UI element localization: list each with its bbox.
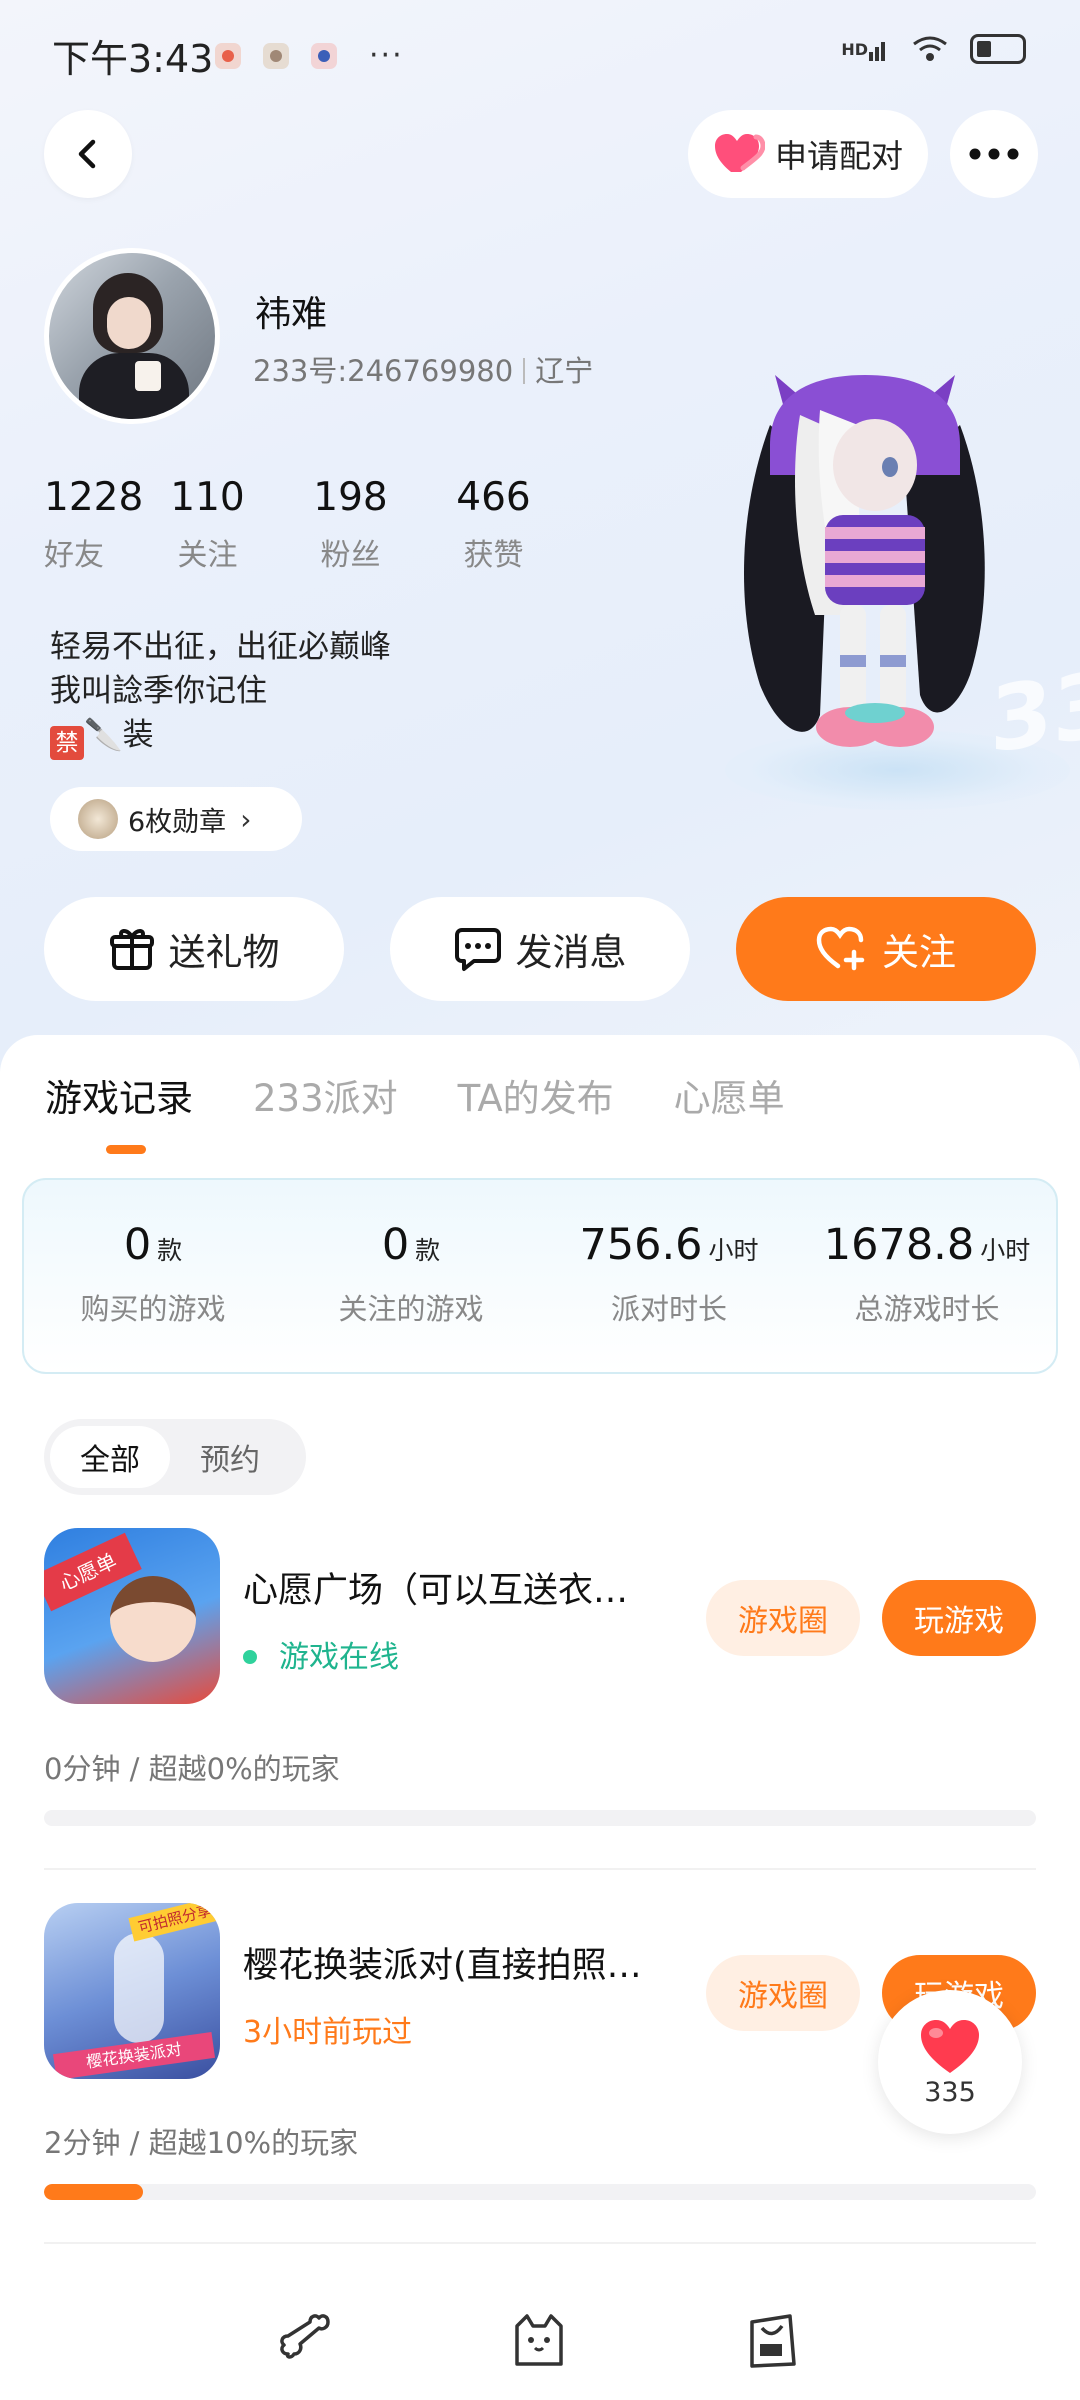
divider [44, 2242, 1036, 2244]
playtime-progress-bar [44, 2184, 1036, 2200]
chat-bubble-icon [454, 928, 501, 971]
game-title[interactable]: 樱花换装派对(直接拍照… [243, 1937, 683, 1988]
game-playtime-meta: 0分钟 / 超越0%的玩家 [44, 1752, 340, 1786]
platform-logo-decoration: 33 [990, 651, 1080, 774]
summary-total-game-time: 1678.8 小时 总游戏时长 [823, 1220, 1031, 1326]
medals-button[interactable]: 6枚勋章 › [50, 787, 302, 851]
profile-tabs: 游戏记录 233派对 TA的发布 心愿单 [45, 1068, 845, 1122]
bottom-nav [0, 2290, 1080, 2400]
bio-line: 禁 🔪装 [50, 713, 391, 760]
more-notifications-icon: ··· [369, 38, 404, 73]
tab-wishlist[interactable]: 心愿单 [674, 1068, 785, 1122]
app-notification-icon [311, 42, 337, 69]
game-playtime-meta: 2分钟 / 超越10%的玩家 [44, 2126, 359, 2160]
character-avatar[interactable] [730, 355, 1000, 795]
like-floating-button[interactable]: 335 [878, 1990, 1022, 2134]
stat-likes[interactable]: 466 获赞 [422, 475, 565, 574]
stat-fans[interactable]: 198 粉丝 [279, 475, 422, 574]
game-icon[interactable]: 可拍照分享 樱花换装派对 [44, 1903, 220, 2079]
play-game-button[interactable]: 玩游戏 [882, 1580, 1036, 1656]
user-id-region: 233号:246769980 辽宁 [253, 348, 593, 390]
game-summary-card: 0款 购买的游戏 0款 关注的游戏 756.6 小时 派对时长 1678.8 小时 … [22, 1178, 1058, 1374]
medal-icon [78, 799, 118, 839]
status-time: 下午3:43 [52, 37, 214, 81]
game-circle-button[interactable]: 游戏圈 [706, 1955, 860, 2031]
filter-reserved[interactable]: 预约 [170, 1426, 290, 1488]
medals-label: 6枚勋章 [128, 806, 227, 838]
cat-icon[interactable] [507, 2308, 571, 2372]
follow-label: 关注 [882, 931, 956, 974]
like-count: 335 [924, 2076, 976, 2108]
signal-icon: HD [841, 32, 890, 66]
online-dot-icon [243, 1650, 257, 1664]
username: 祎难 [255, 294, 328, 335]
bio-line: 轻易不出征，出征必巅峰 [50, 629, 391, 665]
game-status: 游戏在线 [243, 1632, 399, 1676]
playtime-progress-bar [44, 1810, 1036, 1826]
send-gift-button[interactable]: 送礼物 [44, 897, 344, 1001]
send-gift-label: 送礼物 [168, 931, 280, 974]
filter-all[interactable]: 全部 [50, 1426, 170, 1488]
app-notification-icon [263, 42, 289, 69]
heart-icon [714, 134, 765, 172]
game-circle-button[interactable]: 游戏圈 [706, 1580, 860, 1656]
summary-purchased-games: 0款 购买的游戏 [80, 1220, 226, 1326]
user-id: 233号:246769980 [253, 354, 514, 388]
apply-pair-label: 申请配对 [774, 137, 903, 175]
profile-stats: 1228 好友 110 关注 198 粉丝 466 获赞 [44, 475, 565, 574]
chevron-right-icon: › [240, 802, 252, 836]
stat-following[interactable]: 110 关注 [136, 475, 279, 574]
progress-fill [44, 2184, 144, 2200]
active-tab-indicator [106, 1145, 146, 1154]
game-title[interactable]: 心愿广场（可以互送衣… [243, 1562, 683, 1613]
heart-icon [921, 2019, 979, 2073]
more-options-button[interactable] [950, 110, 1038, 198]
bone-icon[interactable] [274, 2308, 338, 2372]
game-filter-toggle: 全部 预约 [44, 1419, 306, 1495]
divider [44, 1868, 1036, 1870]
status-bar: 下午3:43 ··· HD [0, 0, 1080, 100]
send-message-button[interactable]: 发消息 [390, 897, 690, 1001]
avatar[interactable] [44, 248, 220, 424]
stat-friends[interactable]: 1228 好友 [44, 475, 143, 574]
apply-pair-button[interactable]: 申请配对 [688, 110, 928, 198]
app-notification-icon [215, 42, 241, 69]
notification-icons: ··· [215, 38, 404, 73]
game-status: 3小时前玩过 [243, 2015, 413, 2050]
ban-emoji: 禁 [50, 726, 84, 760]
user-region: 辽宁 [535, 354, 594, 388]
wifi-icon [910, 32, 950, 66]
bio: 轻易不出征，出征必巅峰 我叫諗季你记住 禁 🔪装 [50, 625, 391, 760]
gift-icon [109, 929, 154, 970]
tab-game-records[interactable]: 游戏记录 [45, 1068, 193, 1122]
status-right-icons: HD [841, 32, 1026, 66]
more-dots-icon [969, 148, 1019, 160]
summary-followed-games: 0款 关注的游戏 [338, 1220, 484, 1326]
heart-plus-icon [816, 926, 865, 971]
battery-icon [970, 34, 1026, 64]
summary-party-time: 756.6 小时 派对时长 [579, 1220, 759, 1326]
bio-line: 我叫諗季你记住 [50, 673, 267, 709]
send-message-label: 发消息 [515, 931, 627, 974]
back-button[interactable] [44, 110, 132, 198]
follow-button[interactable]: 关注 [736, 897, 1036, 1001]
tab-233-party[interactable]: 233派对 [253, 1068, 398, 1122]
tab-posts[interactable]: TA的发布 [458, 1068, 614, 1122]
game-icon[interactable]: 心愿单 [44, 1528, 220, 1704]
back-arrow-icon [78, 139, 96, 169]
shop-bag-icon[interactable] [740, 2308, 804, 2372]
